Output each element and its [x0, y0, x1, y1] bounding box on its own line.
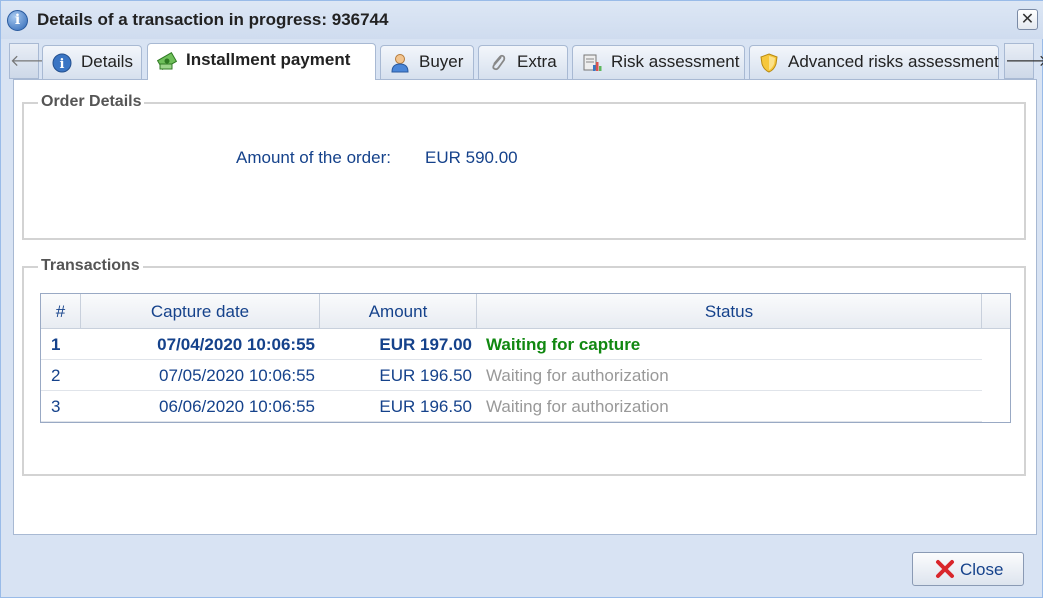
- column-header-status[interactable]: Status: [477, 294, 982, 329]
- grid-header: # Capture date Amount Status: [41, 294, 1010, 329]
- user-icon: [391, 54, 409, 73]
- tab-label: Installment payment: [186, 50, 351, 69]
- tab-extra[interactable]: Extra: [478, 45, 568, 79]
- order-details-legend: Order Details: [38, 93, 145, 111]
- tab-label: Buyer: [419, 52, 464, 71]
- amount-cell: EUR 197.00: [379, 335, 472, 354]
- tab-details[interactable]: i Details: [42, 45, 142, 79]
- amount-cell: EUR 196.50: [379, 366, 472, 385]
- window-title: Details of a transaction in progress: 93…: [37, 10, 389, 29]
- tab-label: Risk assessment: [611, 52, 740, 71]
- capture-date-cell: 07/04/2020 10:06:55: [157, 335, 315, 354]
- transactions-grid: # Capture date Amount Status 1 07/04/2020…: [40, 293, 1011, 423]
- column-header-number[interactable]: #: [41, 294, 81, 329]
- transactions-legend: Transactions: [38, 257, 143, 275]
- tab-buyer[interactable]: Buyer: [380, 45, 474, 79]
- order-amount-value: EUR 590.00: [425, 148, 518, 167]
- tab-label: Extra: [517, 52, 557, 71]
- tab-risk-assessment[interactable]: Risk assessment: [572, 45, 745, 79]
- table-row[interactable]: 3 06/06/2020 10:06:55 EUR 196.50 Waiting fo…: [41, 391, 982, 422]
- tab-scroll-left-button[interactable]: 🡐: [9, 43, 53, 79]
- title-bar[interactable]: i Details of a transaction in progress: …: [1, 1, 1043, 39]
- tab-advanced-risks-assessment[interactable]: Advanced risks assessment: [749, 45, 999, 79]
- tab-strip: 🡐 i Details Installment payment Buyer Ex…: [9, 43, 1043, 80]
- order-amount-label: Amount of the order:: [236, 148, 391, 167]
- close-button[interactable]: Close: [912, 552, 1024, 586]
- installment-payment-panel: Order Details Amount of the order: EUR 5…: [13, 79, 1037, 535]
- info-icon: i: [7, 10, 28, 31]
- tab-installment-payment[interactable]: Installment payment: [147, 43, 376, 80]
- table-row[interactable]: 1 07/04/2020 10:06:55 EUR 197.00 Waiting fo…: [41, 329, 982, 360]
- table-row[interactable]: 2 07/05/2020 10:06:55 EUR 196.50 Waiting fo…: [41, 360, 982, 391]
- status-cell: Waiting for capture: [486, 335, 641, 354]
- order-details-fieldset: Order Details Amount of the order: EUR 5…: [22, 93, 1026, 240]
- transaction-details-window: i Details of a transaction in progress: …: [0, 0, 1043, 598]
- red-x-icon: [936, 560, 954, 578]
- amount-cell: EUR 196.50: [379, 397, 472, 416]
- column-header-amount[interactable]: Amount: [320, 294, 477, 329]
- tab-label: Advanced risks assessment: [788, 52, 999, 71]
- row-number-cell: 3: [51, 397, 61, 416]
- report-icon: [583, 54, 602, 71]
- shield-icon: [760, 53, 778, 73]
- tab-label: Details: [81, 52, 133, 71]
- row-number-cell: 2: [51, 366, 61, 385]
- transactions-fieldset: Transactions # Capture date Amount Statu…: [22, 257, 1026, 476]
- close-button-label: Close: [960, 560, 1004, 579]
- status-cell: Waiting for authorization: [486, 366, 669, 385]
- capture-date-cell: 06/06/2020 10:06:55: [159, 397, 315, 416]
- tab-scroll-right-button[interactable]: 🡒: [1004, 43, 1043, 79]
- svg-text:i: i: [60, 57, 65, 72]
- paperclip-icon: [492, 54, 506, 71]
- status-cell: Waiting for authorization: [486, 397, 669, 416]
- row-number-cell: 1: [51, 335, 61, 354]
- info-icon: i: [52, 53, 72, 73]
- capture-date-cell: 07/05/2020 10:06:55: [159, 366, 315, 385]
- window-close-icon[interactable]: ✕: [1017, 9, 1038, 30]
- arrow-right-icon: 🡒: [1005, 51, 1043, 70]
- money-icon: [157, 51, 177, 71]
- column-header-capture-date[interactable]: Capture date: [81, 294, 320, 329]
